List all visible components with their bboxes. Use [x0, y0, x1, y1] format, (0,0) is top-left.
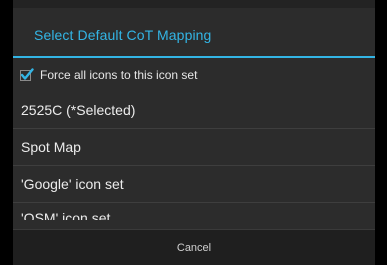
list-item-label: 'OSM' icon set [21, 210, 111, 220]
icon-set-list: 2525C (*Selected) Spot Map 'Google' icon… [13, 91, 375, 220]
cot-mapping-dialog: Select Default CoT Mapping Force all ico… [13, 0, 375, 265]
list-item-label: Spot Map [21, 139, 81, 155]
list-item-label: 'Google' icon set [21, 176, 124, 192]
list-item-spot-map[interactable]: Spot Map [13, 128, 375, 165]
dialog-footer: Cancel [13, 229, 375, 265]
dialog-title: Select Default CoT Mapping [34, 27, 212, 43]
list-item-label: 2525C (*Selected) [21, 101, 136, 118]
list-item-google-icon-set[interactable]: 'Google' icon set [13, 165, 375, 202]
list-item-osm-icon-set[interactable]: 'OSM' icon set [13, 202, 375, 220]
force-icons-label: Force all icons to this icon set [40, 68, 198, 82]
title-divider [13, 56, 375, 58]
status-strip [13, 0, 375, 8]
checkbox-checked-icon[interactable] [20, 68, 34, 82]
list-item-2525c[interactable]: 2525C (*Selected) [13, 91, 375, 128]
cancel-button[interactable]: Cancel [177, 242, 211, 254]
force-icons-checkbox-row[interactable]: Force all icons to this icon set [20, 64, 197, 86]
